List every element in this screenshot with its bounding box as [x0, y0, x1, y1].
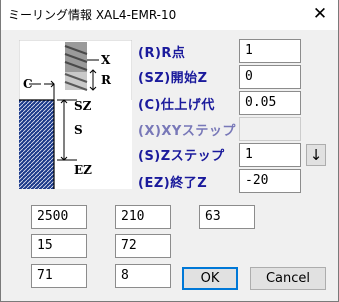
- end-z-label: (EZ)終了Z: [138, 176, 208, 191]
- grid-field-r2c2[interactable]: 72: [115, 234, 171, 258]
- diagram-label-sz: SZ: [74, 99, 92, 113]
- finish-allowance-field[interactable]: 0.05: [239, 91, 301, 115]
- diagram-label-ez: EZ: [74, 163, 92, 177]
- grid-field-r3c1[interactable]: 71: [31, 264, 87, 288]
- diagram-label-r: R: [101, 73, 112, 87]
- arrow-down-icon: ↓: [309, 146, 323, 164]
- close-icon[interactable]: ✕: [309, 3, 331, 25]
- start-z-label: (SZ)開始Z: [138, 71, 208, 86]
- diagram-label-s: S: [74, 123, 83, 137]
- xy-step-label: (X)XYステップ: [138, 124, 236, 139]
- diagram-label-c: C: [23, 77, 33, 91]
- r-point-label: (R)R点: [138, 46, 186, 61]
- end-z-field[interactable]: -20: [239, 169, 301, 193]
- grid-field-r2c1[interactable]: 15: [31, 234, 87, 258]
- tool-diagram: C X R SZ S EZ: [19, 40, 132, 189]
- z-step-down-button[interactable]: ↓: [306, 144, 326, 166]
- grid-field-r1c2[interactable]: 210: [115, 205, 171, 229]
- cancel-button[interactable]: Cancel: [250, 267, 326, 290]
- window-title: ミーリング情報 XAL4-EMR-10: [8, 8, 177, 22]
- milling-info-dialog: ミーリング情報 XAL4-EMR-10 ✕ C X R SZ S EZ (R)R…: [0, 0, 339, 302]
- xy-step-field: [239, 117, 301, 141]
- z-step-field[interactable]: 1: [239, 143, 301, 167]
- r-point-field[interactable]: 1: [239, 39, 301, 63]
- z-step-label: (S)Zステップ: [138, 149, 225, 164]
- grid-field-r1c3[interactable]: 63: [199, 205, 255, 229]
- start-z-field[interactable]: 0: [239, 65, 301, 89]
- grid-field-r3c2[interactable]: 8: [115, 264, 171, 288]
- finish-allowance-label: (C)仕上げ代: [138, 98, 215, 113]
- title-bar: ミーリング情報 XAL4-EMR-10 ✕: [1, 0, 338, 30]
- ok-button[interactable]: OK: [182, 267, 238, 290]
- grid-field-r1c1[interactable]: 2500: [31, 205, 87, 229]
- diagram-label-x: X: [101, 53, 111, 67]
